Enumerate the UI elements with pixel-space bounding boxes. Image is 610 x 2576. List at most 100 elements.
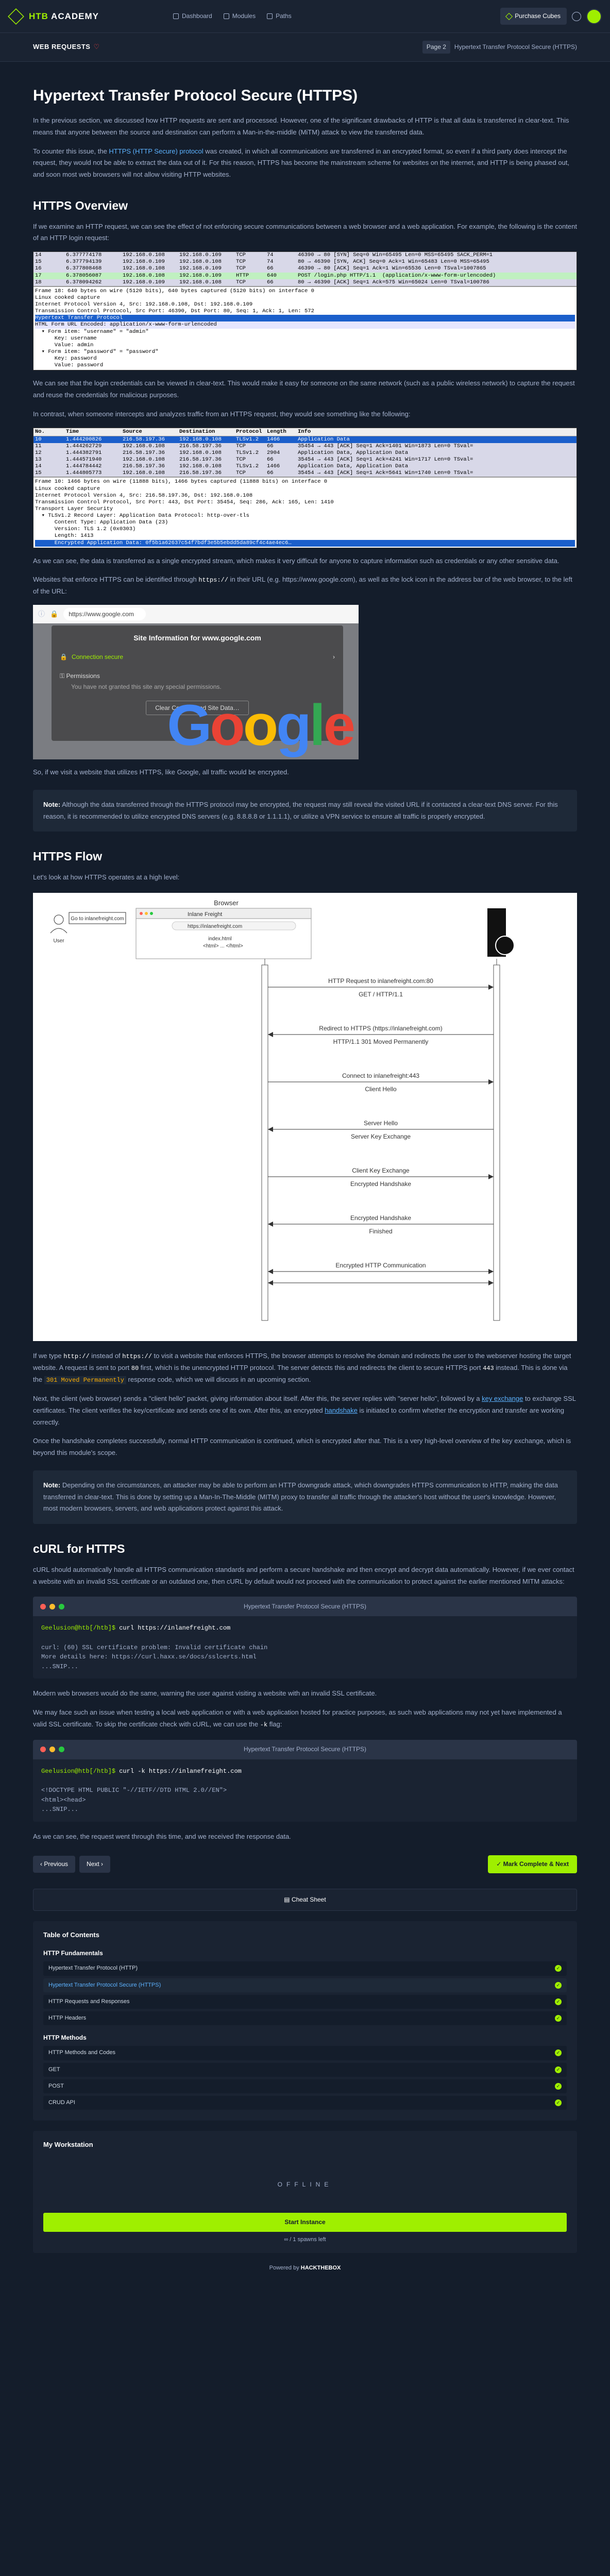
main-content: Hypertext Transfer Protocol Secure (HTTP… — [0, 62, 610, 2289]
col-destination: Destination — [179, 428, 215, 435]
start-instance-label: Start Instance — [284, 2218, 326, 2226]
packet-detail-line: Internet Protocol Version 4, Src: 216.58… — [35, 492, 253, 499]
col-length: Length — [267, 428, 286, 435]
toc-item[interactable]: Hypertext Transfer Protocol Secure (HTTP… — [43, 1978, 567, 1992]
cheat-sheet-button[interactable]: ▤ Cheat Sheet — [33, 1888, 577, 1911]
packet-proto: TCP — [236, 470, 246, 477]
user-action-label: Go to inlanefreight.com — [71, 916, 124, 922]
note-downgrade: Note: Depending on the circumstances, an… — [33, 1470, 577, 1524]
toc-item[interactable]: Hypertext Transfer Protocol (HTTP) ✓ — [43, 1961, 567, 1976]
https-protocol-link[interactable]: HTTPS (HTTP Secure) protocol — [109, 147, 203, 155]
mark-complete-next-button[interactable]: ✓ Mark Complete & Next — [488, 1855, 577, 1873]
wireshark-https-details: Frame 10: 1466 bytes on wire (11888 bits… — [33, 477, 577, 547]
footer: Powered by HACKTHEBOX — [33, 2253, 577, 2278]
section-https-flow: HTTPS Flow — [33, 850, 103, 863]
brand-suffix: ACADEMY — [51, 11, 99, 21]
toc-item[interactable]: GET ✓ — [43, 2062, 567, 2077]
key-exchange-link[interactable]: key exchange — [482, 1395, 523, 1402]
flow-p1-d: first, which is the unencrypted HTTP pro… — [139, 1364, 483, 1372]
packet-dst: 192.168.0.109 — [179, 265, 222, 272]
toc-item-label: Hypertext Transfer Protocol Secure (HTTP… — [48, 1981, 161, 1988]
packet-detail-line: Value: admin — [35, 342, 94, 348]
packet-info: POST /login.php HTTP/1.1 (application/x-… — [298, 272, 496, 279]
curl-paragraph-4: As we can see, the request went through … — [33, 1832, 291, 1840]
page-number: Page 2 — [422, 41, 450, 54]
packet-detail-line: HTML Form URL Encoded: application/x-www… — [35, 321, 575, 329]
nav-dashboard[interactable]: Dashboard — [173, 11, 212, 22]
packet-no: 16 — [35, 265, 42, 272]
packet-detail-line: Hypertext Transfer Protocol — [35, 315, 575, 322]
brand-prefix: HTB — [29, 11, 48, 21]
toc-item[interactable]: CRUD API ✓ — [43, 2096, 567, 2110]
arrow-right-icon — [488, 1079, 494, 1085]
https-scheme-code: https:// — [198, 577, 228, 584]
flow-paragraph-3: Once the handshake completes successfull… — [33, 1437, 571, 1457]
terminal-header: Hypertext Transfer Protocol Secure (HTTP… — [33, 1739, 577, 1759]
toc-item[interactable]: HTTP Headers ✓ — [43, 2011, 567, 2026]
toc-item[interactable]: POST ✓ — [43, 2079, 567, 2094]
page-indicator[interactable]: Page 2 Hypertext Transfer Protocol Secur… — [422, 41, 577, 54]
flow-step-sublabel: Server Key Exchange — [351, 1133, 411, 1140]
terminal-prompt: Geelusion@htb[/htb]$ — [41, 1767, 116, 1775]
htb-academy-logo[interactable]: HTB ACADEMY — [8, 8, 173, 25]
overview-paragraph-1: If we examine an HTTP request, we can se… — [33, 222, 577, 242]
arrow-right-icon — [488, 1269, 494, 1275]
heart-icon[interactable]: ♡ — [93, 43, 99, 50]
module-bar: WEB REQUESTS ♡ Page 2 Hypertext Transfer … — [0, 33, 610, 62]
section-https-overview: HTTPS Overview — [33, 198, 128, 212]
footer-powered-by: Powered by — [269, 2265, 301, 2272]
terminal-body[interactable]: Geelusion@htb[/htb]$ curl https://inlane… — [33, 1616, 577, 1679]
nav-modules[interactable]: Modules — [223, 11, 256, 22]
flow-step-label: Server Hello — [364, 1120, 398, 1127]
google-letter-g: G — [167, 693, 212, 758]
toc-item-label: CRUD API — [48, 2099, 75, 2106]
packet-len: 66 — [267, 470, 274, 477]
nav-paths[interactable]: Paths — [267, 11, 292, 22]
packet-no: 11 — [35, 443, 42, 449]
flow-p1-f: response code, which we will discuss in … — [126, 1376, 311, 1384]
check-icon: ✓ — [555, 2099, 562, 2107]
packet-dst: 192.168.0.108 — [179, 449, 222, 456]
terminal-body[interactable]: Geelusion@htb[/htb]$ curl -k https://inl… — [33, 1759, 577, 1822]
flow-p1-a: If we type — [33, 1352, 64, 1360]
google-letter-o1: o — [210, 693, 245, 758]
nav-links: Dashboard Modules Paths — [173, 11, 292, 22]
packet-no: 13 — [35, 456, 42, 463]
note-label: Note: — [43, 800, 61, 808]
packet-no: 14 — [35, 252, 42, 259]
packet-row: 15 6.377794139 192.168.0.109 192.168.0.108 T… — [33, 259, 577, 266]
packet-detail-line: Linux cooked capture — [35, 485, 100, 492]
packet-time: 6.378056087 — [66, 272, 102, 279]
col-info: Info — [298, 428, 311, 435]
packet-row: 12 1.444382791 216.58.197.36 192.168.0.108 T… — [33, 449, 577, 457]
flow-step-sublabel: HTTP/1.1 301 Moved Permanently — [333, 1038, 429, 1045]
arrow-right-icon — [488, 1280, 494, 1286]
packet-proto: TLSv1.2 — [236, 436, 259, 443]
module-title[interactable]: WEB REQUESTS ♡ — [33, 41, 100, 53]
avatar[interactable] — [586, 8, 602, 24]
packet-no: 18 — [35, 279, 42, 285]
next-button[interactable]: Next › — [79, 1855, 111, 1873]
toc-item[interactable]: HTTP Requests and Responses ✓ — [43, 1994, 567, 2009]
terminal-output: <!DOCTYPE HTML PUBLIC "-//IETF//DTD HTML… — [41, 1787, 227, 1814]
google-letter-e: e — [323, 693, 355, 758]
wireshark-http-packet-list: 14 6.377774178 192.168.0.108 192.168.0.109 T… — [33, 252, 577, 286]
packet-proto: TCP — [236, 252, 246, 259]
toc-item-label: GET — [48, 2066, 60, 2073]
flow-step-label: Connect to inlanefreight:443 — [342, 1072, 419, 1079]
site-info-title: Site Information for www.google.com — [133, 634, 261, 642]
notification-icon[interactable] — [572, 11, 581, 21]
purchase-cubes-button[interactable]: Purchase Cubes — [500, 8, 567, 25]
https-scheme-code-2: https:// — [122, 1353, 152, 1361]
terminal-command: curl https://inlanefreight.com — [115, 1624, 231, 1632]
nav-paths-label: Paths — [276, 12, 292, 20]
overview-paragraph-5: Websites that enforce HTTPS can be ident… — [33, 574, 577, 598]
handshake-link[interactable]: handshake — [325, 1406, 358, 1414]
mark-complete-label: Mark Complete & Next — [503, 1860, 569, 1868]
toc-item[interactable]: HTTP Methods and Codes ✓ — [43, 2046, 567, 2060]
packet-info: Application Data, Application Data — [298, 449, 409, 456]
start-instance-button[interactable]: Start Instance — [43, 2213, 567, 2232]
wireshark-https-packet-list: 10 1.444200826 216.58.197.36 192.168.0.108 T… — [33, 436, 577, 477]
terminal-curl-k: Hypertext Transfer Protocol Secure (HTTP… — [33, 1739, 577, 1822]
previous-button[interactable]: ‹ Previous — [33, 1855, 76, 1873]
